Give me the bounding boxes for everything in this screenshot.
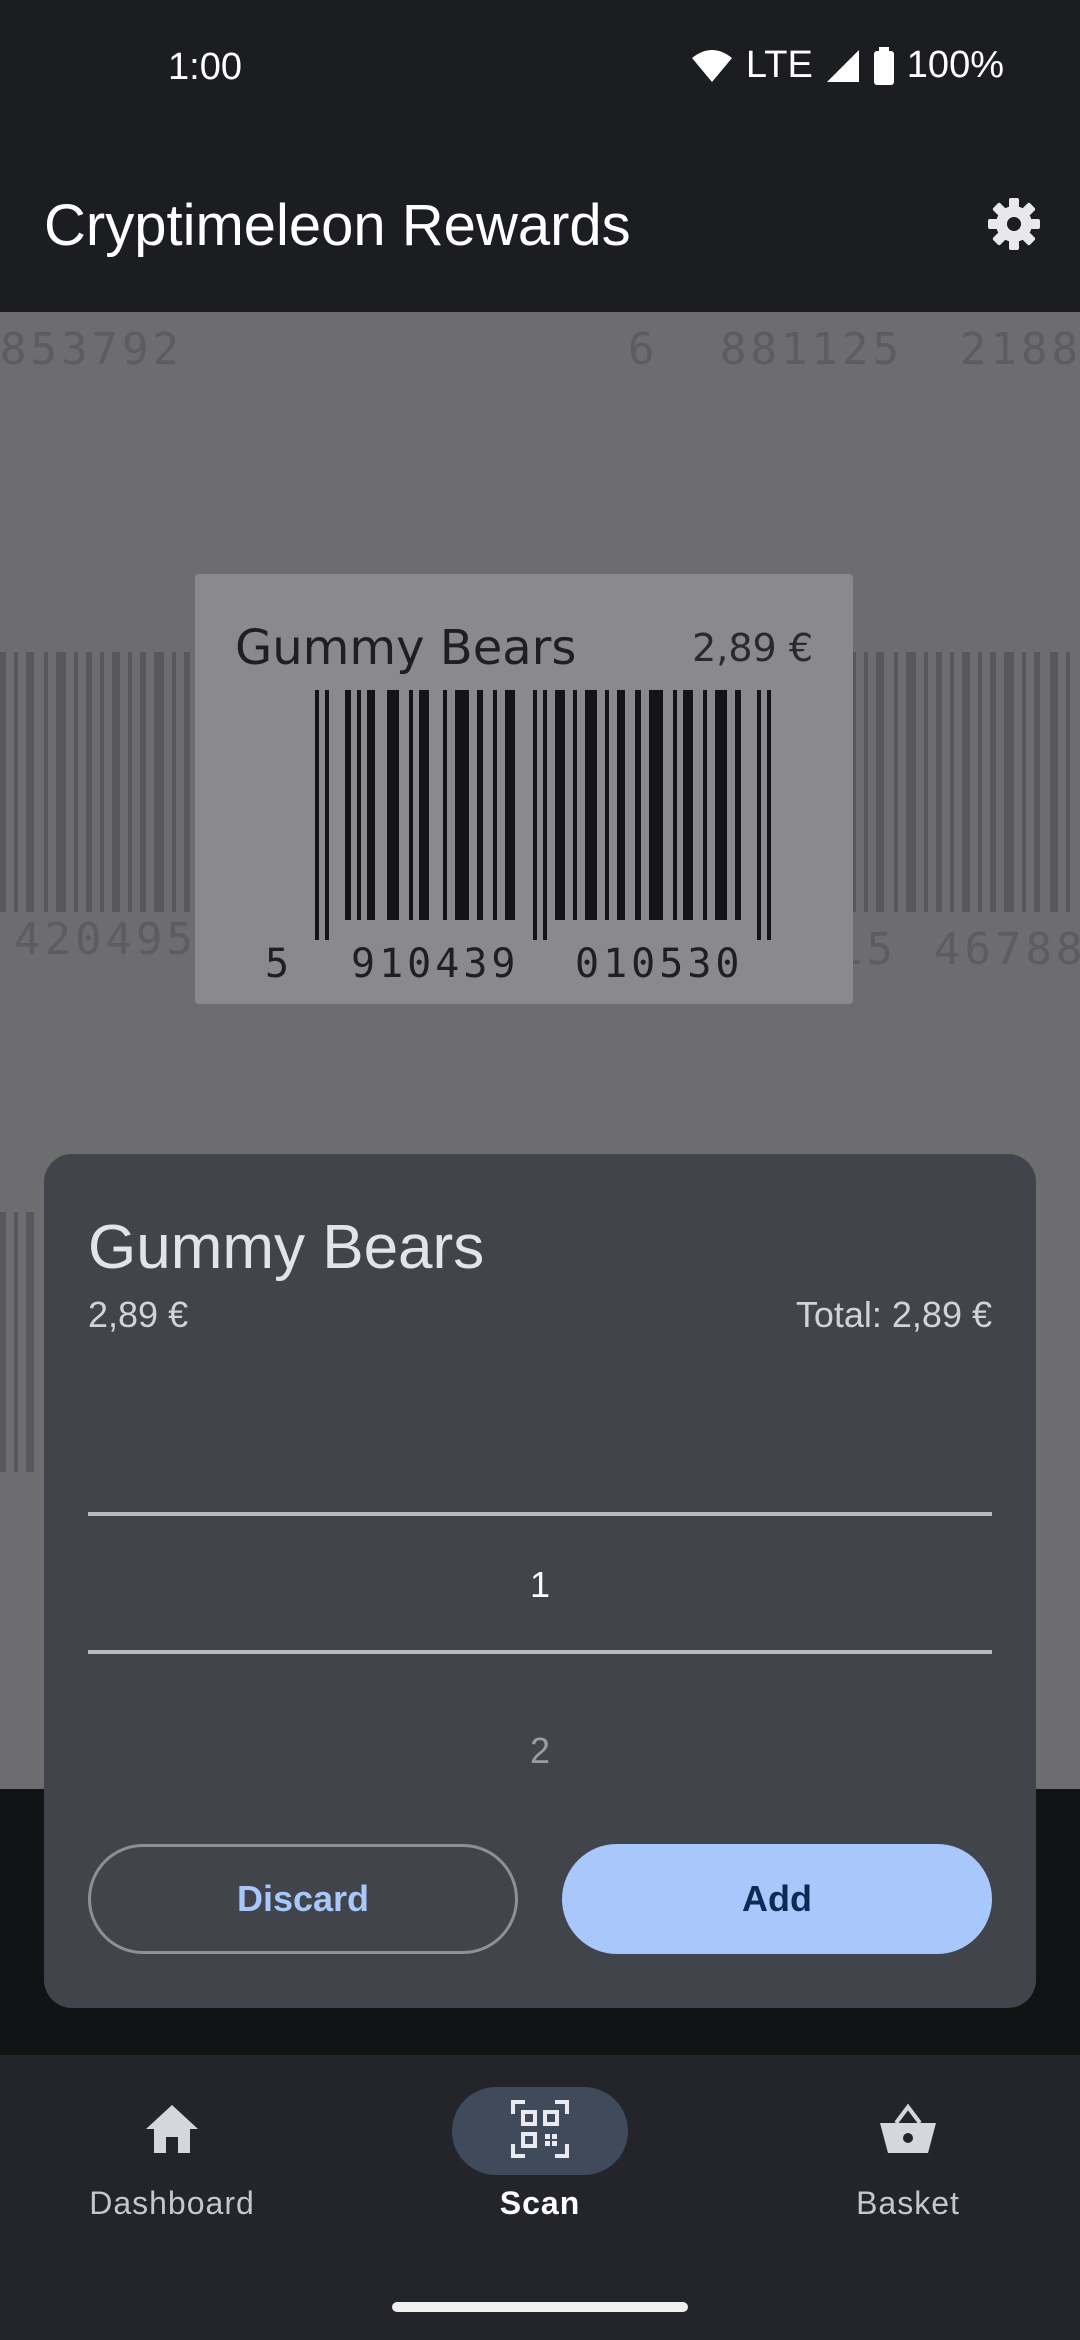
- nav-label-scan: Scan: [499, 2185, 581, 2221]
- quantity-picker-next[interactable]: 2: [88, 1730, 992, 1772]
- background-barcode-digits: 420495: [14, 914, 197, 965]
- home-icon: [144, 2103, 200, 2160]
- product-label: Gummy Bears 2,89 € 5 910439 010530: [195, 574, 853, 1004]
- background-barcode-digits: 46788: [934, 924, 1080, 975]
- add-item-sheet: Gummy Bears 2,89 € Total: 2,89 € 1 2 Dis…: [44, 1154, 1036, 2008]
- barcode-right-digits: 010530: [575, 941, 744, 987]
- label-product-name: Gummy Bears: [235, 620, 577, 676]
- sheet-product-name: Gummy Bears: [88, 1213, 485, 1282]
- bottom-navigation: Dashboard Scan Basket: [0, 2055, 1080, 2340]
- sheet-total: Total: 2,89 €: [795, 1294, 992, 1335]
- discard-button[interactable]: Discard: [88, 1844, 518, 1954]
- status-bar: 1:00 LTE 100%: [0, 0, 1080, 140]
- background-barcode-digits: 2188: [960, 324, 1080, 375]
- app-title: Cryptimeleon Rewards: [44, 193, 631, 258]
- nav-label-basket: Basket: [856, 2185, 960, 2221]
- nav-item-basket[interactable]: Basket: [768, 2087, 1048, 2257]
- barcode-first-digit: 5: [265, 941, 290, 987]
- nav-icon-container: [820, 2087, 996, 2175]
- barcode-left-digits: 910439: [351, 941, 520, 987]
- sheet-unit-price: 2,89 €: [88, 1294, 189, 1335]
- nav-item-scan[interactable]: Scan: [400, 2087, 680, 2257]
- gear-icon: [986, 196, 1042, 257]
- add-button[interactable]: Add: [562, 1844, 992, 1954]
- signal-icon: [825, 48, 861, 84]
- app-bar: Cryptimeleon Rewards: [0, 140, 1080, 312]
- picker-divider-bottom: [88, 1650, 992, 1654]
- quantity-picker-selected[interactable]: 1: [88, 1564, 992, 1606]
- label-price: 2,89 €: [692, 626, 813, 670]
- battery-level: 100%: [906, 44, 1004, 86]
- nav-icon-container: [84, 2087, 260, 2175]
- background-barcode-digits: 853792: [0, 324, 183, 375]
- nav-label-dashboard: Dashboard: [89, 2185, 255, 2221]
- home-indicator[interactable]: [392, 2302, 688, 2312]
- basket-icon: [878, 2103, 938, 2160]
- wifi-icon: [690, 48, 734, 84]
- qr-code-scanner-icon: [511, 2099, 569, 2163]
- network-type: LTE: [745, 44, 813, 86]
- status-time: 1:00: [168, 46, 242, 88]
- settings-button[interactable]: [974, 186, 1054, 266]
- product-barcode: [315, 690, 771, 940]
- screen: 1:00 LTE 100% Cryptimeleon Rewards 85379…: [0, 0, 1080, 2340]
- status-indicators: LTE 100%: [690, 44, 1004, 87]
- background-barcode-digits: 881125: [720, 324, 903, 375]
- background-barcode: [850, 652, 1070, 912]
- nav-item-dashboard[interactable]: Dashboard: [32, 2087, 312, 2257]
- picker-divider-top: [88, 1512, 992, 1516]
- nav-icon-container: [452, 2087, 628, 2175]
- background-barcode-digits: 6: [628, 324, 659, 375]
- background-barcode: [0, 652, 190, 912]
- battery-icon: [873, 46, 895, 85]
